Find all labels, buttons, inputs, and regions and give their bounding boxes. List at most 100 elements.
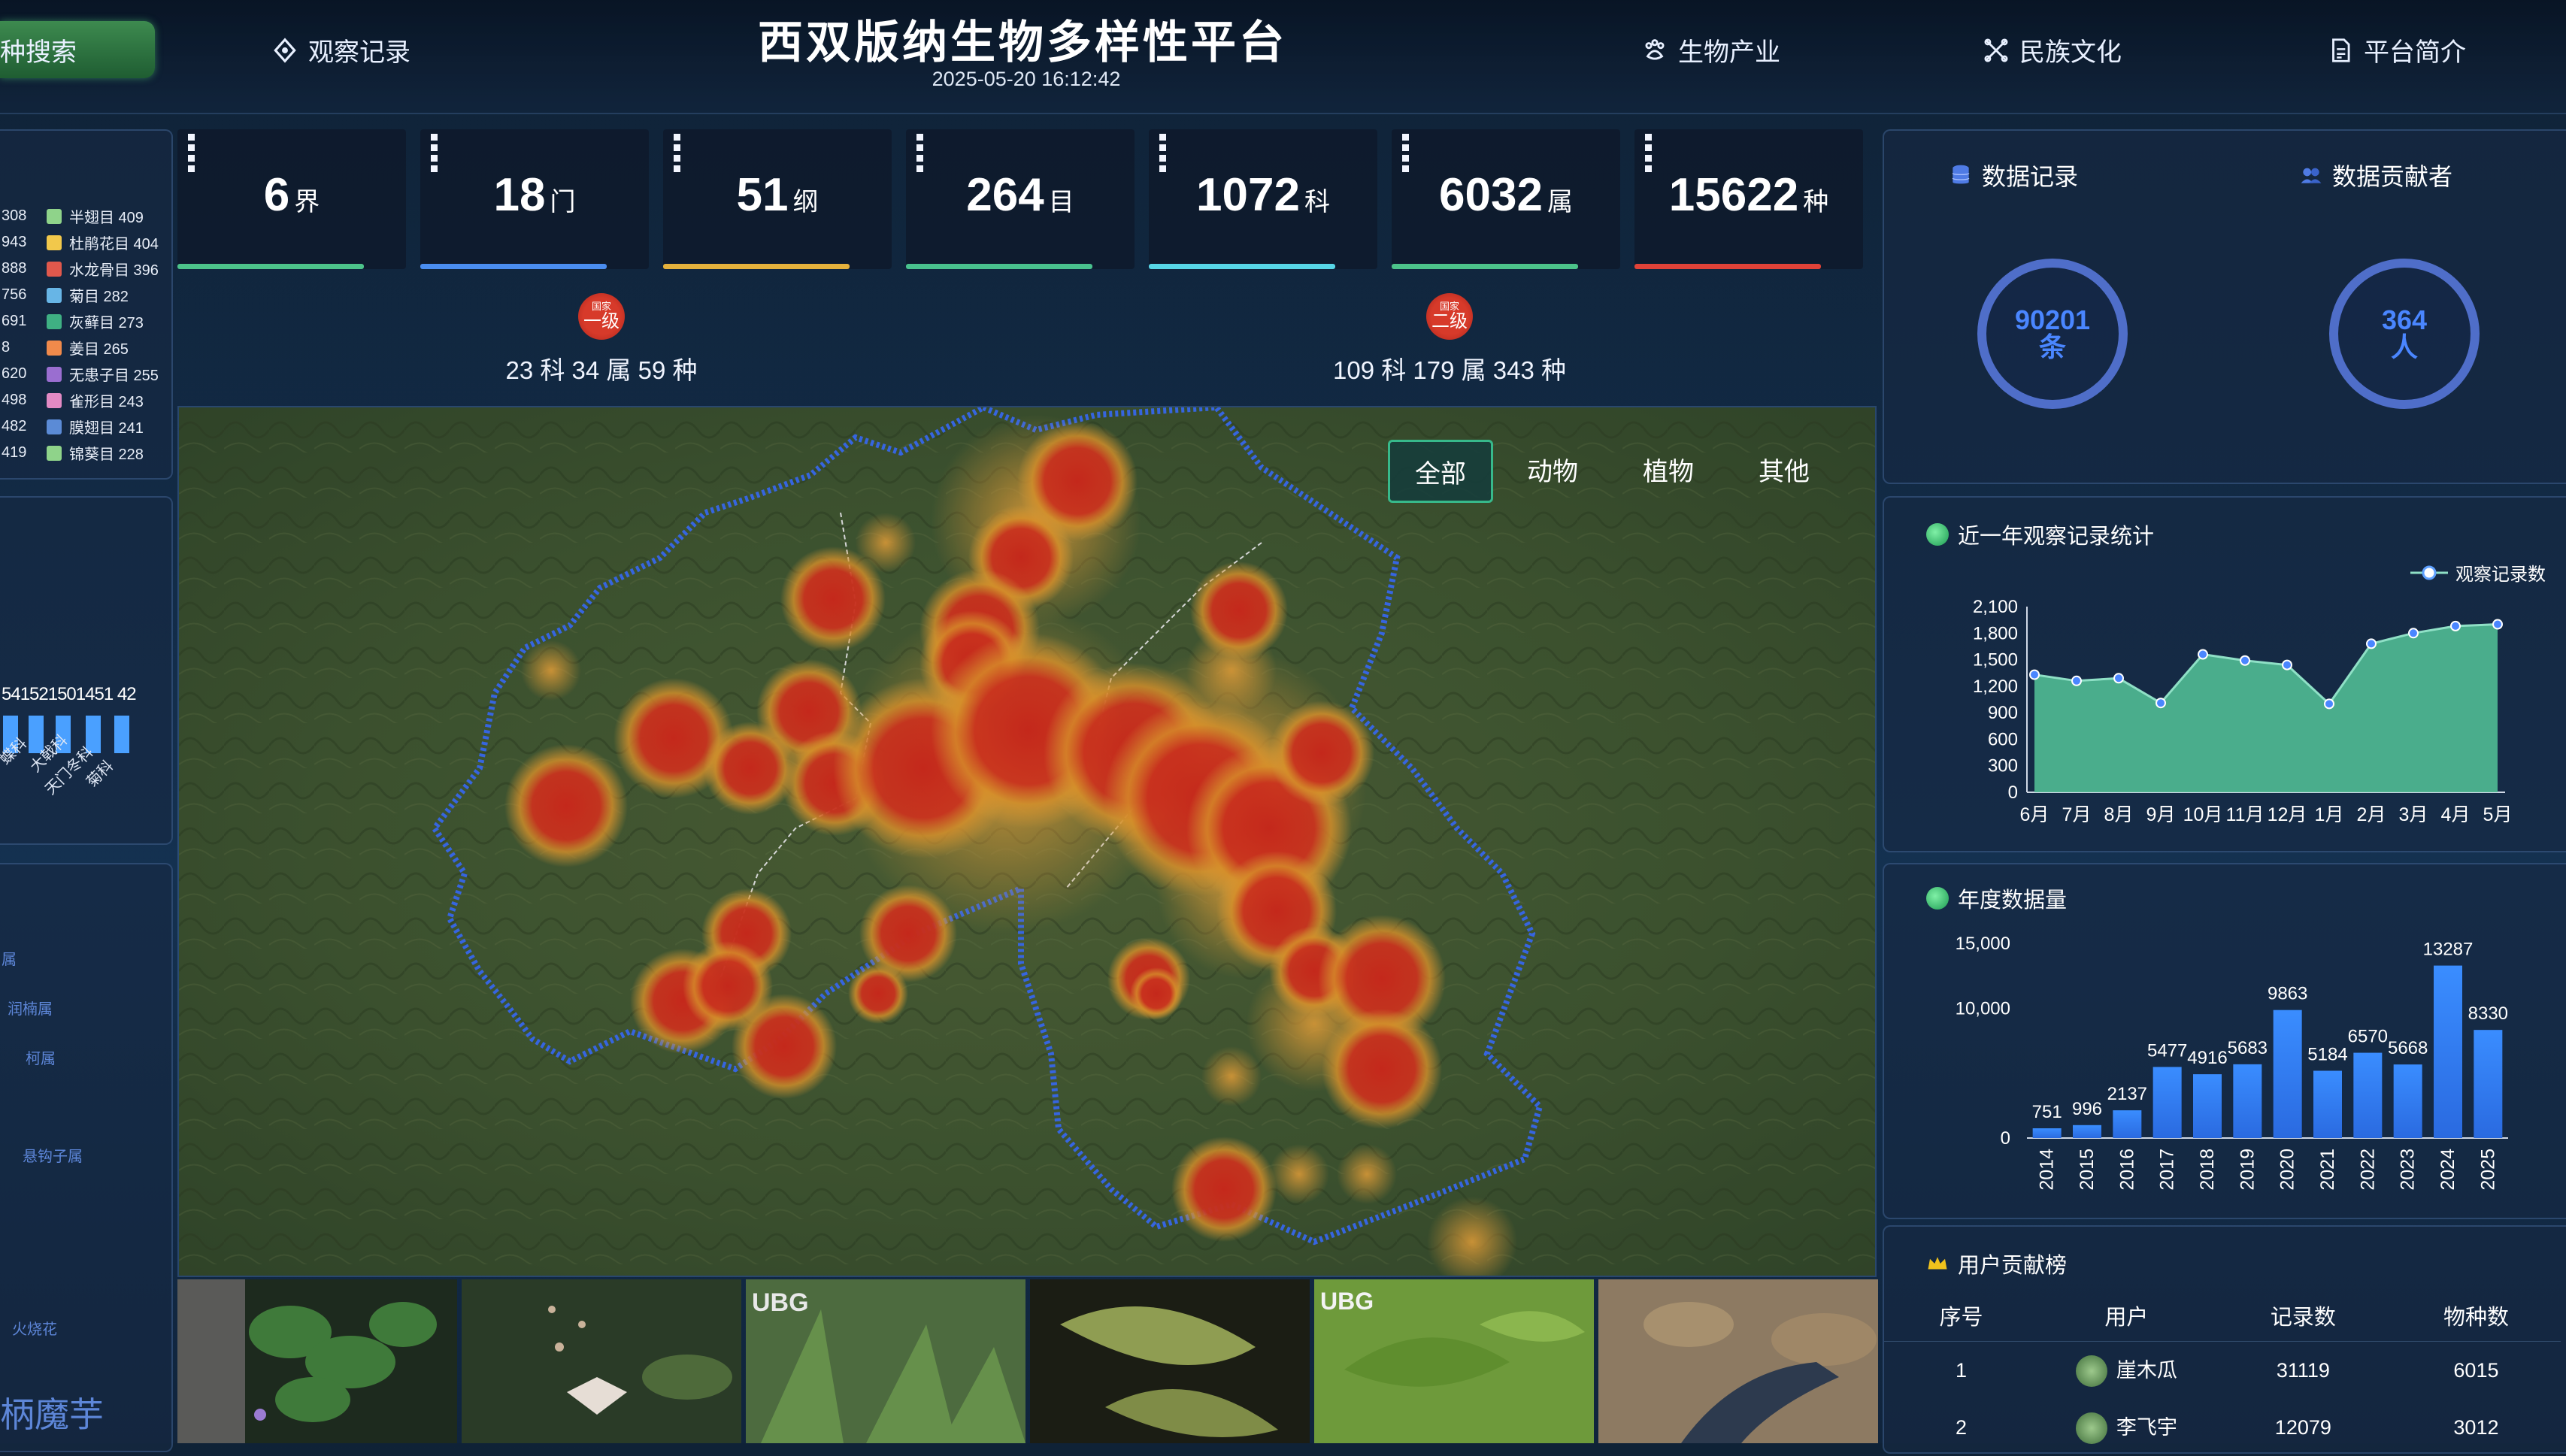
genus-panel: 属 润楠属 柯属 悬钩子属 火烧花 柄魔芋 xyxy=(0,863,173,1452)
bar[interactable] xyxy=(2073,1125,2101,1138)
species-photo[interactable] xyxy=(1030,1279,1310,1443)
x-tick-label: 5月 xyxy=(2483,804,2513,825)
nav-ethnic-culture-label: 民族文化 xyxy=(2019,38,2122,67)
legend-value: 943 xyxy=(2,234,27,250)
stat-card[interactable]: 18 门 xyxy=(420,129,649,269)
data-point[interactable] xyxy=(2113,673,2124,684)
filter-plant-button[interactable]: 植物 xyxy=(1619,440,1717,498)
data-point[interactable] xyxy=(2029,669,2040,680)
legend-item[interactable]: 雀形目 243 xyxy=(47,387,159,413)
table-row[interactable]: 1 崖木瓜 31119 6015 xyxy=(1884,1341,2561,1400)
seal-top: 国家 xyxy=(1439,301,1459,312)
nav-ethnic-culture[interactable]: 民族文化 xyxy=(1982,32,2122,68)
stat-card[interactable]: 15622 种 xyxy=(1634,129,1863,269)
bar-value-label: 8330 xyxy=(2468,1003,2508,1024)
bar[interactable] xyxy=(2113,1110,2142,1138)
data-point[interactable] xyxy=(2450,620,2461,631)
data-point[interactable] xyxy=(2198,649,2208,660)
legend-item[interactable]: 锦葵目 228 xyxy=(47,440,159,466)
x-tick-label: 2021 xyxy=(2317,1149,2338,1191)
contributors-value: 364 xyxy=(2381,304,2428,335)
heatmap-map[interactable] xyxy=(177,406,1877,1277)
legend-label: 锦葵目 228 xyxy=(69,446,144,463)
x-tick-label: 2017 xyxy=(2157,1149,2178,1191)
bar[interactable] xyxy=(2474,1030,2503,1138)
data-point[interactable] xyxy=(2282,659,2292,670)
paw-icon xyxy=(1645,38,1665,60)
stat-card[interactable]: 264 目 xyxy=(906,129,1135,269)
legend-item[interactable]: 水龙骨目 396 xyxy=(47,256,159,282)
y-tick-label: 15,000 xyxy=(1956,934,2010,954)
bar-value-label: 2137 xyxy=(2107,1084,2147,1104)
legend-swatch xyxy=(47,445,62,461)
bar[interactable] xyxy=(2032,1128,2062,1138)
x-tick-label: 2024 xyxy=(2437,1149,2458,1191)
legend-item[interactable]: 菊目 282 xyxy=(47,282,159,308)
x-tick-label: 9月 xyxy=(2146,804,2176,825)
bar-value-label: 996 xyxy=(2072,1099,2102,1119)
legend-value: 888 xyxy=(2,260,27,277)
data-point[interactable] xyxy=(2156,698,2166,709)
bar[interactable] xyxy=(2313,1070,2342,1138)
rank-user[interactable]: 崖木瓜 xyxy=(2038,1342,2215,1400)
bar[interactable] xyxy=(2434,965,2462,1138)
legend-item[interactable]: 半翅目 409 xyxy=(47,203,159,229)
bar[interactable] xyxy=(2273,1010,2302,1138)
x-tick-label: 2016 xyxy=(2116,1149,2137,1191)
legend-item[interactable]: 灰藓目 273 xyxy=(47,308,159,334)
avatar xyxy=(2075,1412,2107,1445)
legend-label: 水龙骨目 396 xyxy=(69,262,159,279)
x-tick-label: 2014 xyxy=(2037,1149,2058,1191)
data-point[interactable] xyxy=(2408,628,2419,639)
legend-item[interactable]: 膜翅目 241 xyxy=(47,413,159,440)
filter-all-button[interactable]: 全部 xyxy=(1388,440,1493,503)
stat-card[interactable]: 1072 科 xyxy=(1149,129,1377,269)
species-photo[interactable] xyxy=(177,1279,457,1443)
seal-top: 国家 xyxy=(591,301,611,312)
bar[interactable] xyxy=(2393,1064,2422,1138)
contributors-unit: 人 xyxy=(2390,331,2418,362)
species-photo[interactable]: UBG xyxy=(1314,1279,1594,1443)
legend-item[interactable]: 杜鹃花目 404 xyxy=(47,229,159,256)
nav-bio-industry[interactable]: 生物产业 xyxy=(1640,32,1780,68)
species-photo[interactable] xyxy=(1598,1279,1878,1443)
data-point[interactable] xyxy=(2071,675,2082,686)
order-legend-panel: 308 943 888 756 691 8 620 498 482 419 半翅… xyxy=(0,129,173,480)
bar[interactable] xyxy=(2353,1052,2383,1138)
rank-header: 记录数 xyxy=(2270,1306,2336,1330)
x-tick-label: 2019 xyxy=(2237,1149,2258,1191)
y-tick-label: 10,000 xyxy=(1956,998,2010,1019)
rank-table: 序号 用户 记录数 物种数 1 崖木瓜 31119 6015 2 李飞宇 120… xyxy=(1884,1290,2561,1456)
species-photo[interactable]: UBG xyxy=(746,1279,1025,1443)
data-point[interactable] xyxy=(2240,655,2250,666)
species-photo[interactable] xyxy=(462,1279,741,1443)
legend-item[interactable]: 无患子目 255 xyxy=(47,361,159,387)
data-point[interactable] xyxy=(2324,698,2334,710)
y-tick-label: 2,100 xyxy=(1973,597,2018,617)
bar[interactable] xyxy=(2152,1067,2182,1138)
y-tick-label: 300 xyxy=(1988,756,2018,776)
bar[interactable] xyxy=(2193,1074,2222,1138)
protection-count: 23 科 34 属 59 种 xyxy=(505,356,698,384)
legend-value: 482 xyxy=(2,418,27,434)
stat-card[interactable]: 6032 属 xyxy=(1392,129,1620,269)
x-tick-label: 11月 xyxy=(2226,804,2265,825)
table-row[interactable]: 2 李飞宇 12079 3012 xyxy=(1884,1399,2561,1456)
stat-card[interactable]: 51 纲 xyxy=(663,129,892,269)
legend-value: 756 xyxy=(2,286,27,303)
legend-swatch xyxy=(47,340,62,356)
filter-animal-button[interactable]: 动物 xyxy=(1504,440,1601,498)
stat-unit: 界 xyxy=(294,188,320,216)
filter-other-button[interactable]: 其他 xyxy=(1735,440,1833,498)
heatmap-svg[interactable] xyxy=(179,407,1875,1276)
bar[interactable] xyxy=(2233,1064,2262,1138)
stat-unit: 属 xyxy=(1547,188,1573,216)
data-point[interactable] xyxy=(2492,619,2503,630)
area-fill xyxy=(2034,624,2498,792)
data-point[interactable] xyxy=(2366,638,2377,649)
legend-item[interactable]: 姜目 265 xyxy=(47,334,159,361)
rank-user[interactable]: 李飞宇 xyxy=(2038,1399,2215,1456)
records-label: 数据记录 xyxy=(1982,163,2079,190)
stat-card[interactable]: 6界 xyxy=(177,129,406,269)
nav-platform-intro[interactable]: 平台简介 xyxy=(2326,32,2466,68)
